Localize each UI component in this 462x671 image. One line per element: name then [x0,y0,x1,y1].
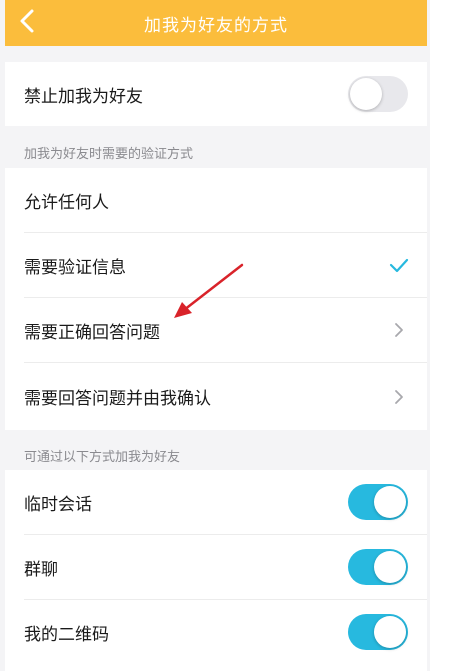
block-add-label: 禁止加我为好友 [24,86,143,107]
verify-option-answer[interactable]: 需要正确回答问题 [5,298,427,362]
verify-option-message[interactable]: 需要验证信息 [5,233,427,297]
toggle-knob [374,616,406,648]
verify-option-answer-confirm[interactable]: 需要回答问题并由我确认 [5,363,427,430]
temp-chat-toggle[interactable] [348,484,408,520]
sources-section-header: 可通过以下方式加我为好友 [24,450,181,465]
back-arrow-icon [20,9,34,33]
toggle-knob [374,486,406,518]
verify-option-any[interactable]: 允许任何人 [5,168,427,232]
qrcode-toggle[interactable] [348,614,408,650]
toggle-knob [350,78,382,110]
source-label: 我的二维码 [24,624,109,645]
check-icon [389,255,409,275]
page-title: 加我为好友的方式 [144,15,288,36]
block-add-toggle[interactable] [348,76,408,112]
block-add-row: 禁止加我为好友 [5,62,427,126]
toggle-knob [374,551,406,583]
verify-option-label: 允许任何人 [24,192,109,213]
verify-option-label: 需要正确回答问题 [24,322,160,343]
sources-section: 临时会话 群聊 我的二维码 [5,470,427,671]
group-chat-toggle[interactable] [348,549,408,585]
source-label: 临时会话 [24,494,92,515]
block-add-section: 禁止加我为好友 [5,62,427,126]
back-button[interactable] [13,3,41,39]
friend-add-settings-screen: 加我为好友的方式 禁止加我为好友 加我为好友时需要的验证方式 允许任何人 需要验… [0,0,430,671]
source-row-group-chat: 群聊 [5,535,427,599]
source-label: 群聊 [24,559,58,580]
chevron-right-icon [389,320,409,340]
verify-option-label: 需要验证信息 [24,257,126,278]
source-row-temp-chat: 临时会话 [5,470,427,534]
verify-option-label: 需要回答问题并由我确认 [24,389,211,409]
verify-options-section: 允许任何人 需要验证信息 需要正确回答问题 需要回答问题并由我确认 [5,168,427,430]
verify-section-header: 加我为好友时需要的验证方式 [24,147,194,162]
nav-bar: 加我为好友的方式 [5,0,427,46]
source-row-qrcode: 我的二维码 [5,600,427,664]
chevron-right-icon [389,387,409,407]
